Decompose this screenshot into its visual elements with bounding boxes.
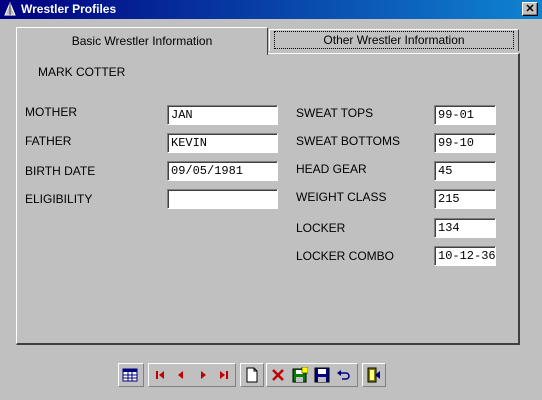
last-record-button[interactable] (214, 364, 236, 386)
sweat-bottoms-field[interactable]: 99-10 (434, 133, 496, 153)
close-icon: ✕ (525, 3, 535, 15)
tab-basic-info-label: Basic Wrestler Information (71, 34, 213, 48)
toolbar-group-view (118, 363, 144, 387)
sweat-bottoms-label: SWEAT BOTTOMS (296, 134, 401, 148)
tab-other-info-label: Other Wrestler Information (274, 31, 514, 49)
grid-icon (122, 368, 138, 382)
first-record-icon (155, 371, 164, 379)
save-icon (314, 367, 330, 383)
save-button[interactable] (311, 364, 333, 386)
app-window: Wrestler Profiles ✕ Basic Wrestler Infor… (0, 0, 542, 400)
wrestler-name: MARK COTTER (38, 65, 126, 79)
father-label: FATHER (25, 134, 72, 148)
father-field[interactable]: KEVIN (167, 133, 278, 153)
save-add-icon (292, 367, 308, 383)
title-bar[interactable]: Wrestler Profiles ✕ (0, 0, 542, 19)
close-button[interactable]: ✕ (522, 2, 538, 16)
grid-view-button[interactable] (119, 364, 141, 386)
weight-class-label: WEIGHT CLASS (296, 190, 387, 204)
mother-label: MOTHER (25, 105, 77, 119)
tab-basic-info[interactable]: Basic Wrestler Information (16, 27, 268, 55)
toolbar-group-exit (362, 363, 386, 387)
eligibility-field[interactable] (167, 189, 278, 209)
weight-class-field[interactable]: 215 (434, 189, 496, 209)
undo-icon (337, 370, 350, 380)
locker-label: LOCKER (296, 221, 346, 235)
delete-button[interactable] (267, 364, 289, 386)
next-record-icon (200, 371, 206, 379)
last-record-icon (220, 371, 229, 379)
previous-record-icon (178, 371, 184, 379)
sweat-tops-label: SWEAT TOPS (296, 106, 374, 120)
eligibility-label: ELIGIBILITY (25, 192, 93, 206)
birth-date-field[interactable]: 09/05/1981 (167, 161, 278, 181)
exit-button[interactable] (363, 364, 385, 386)
toolbar-group-new (240, 363, 264, 387)
delete-icon (272, 369, 284, 381)
locker-field[interactable]: 134 (434, 218, 496, 238)
save-add-button[interactable] (289, 364, 311, 386)
undo-button[interactable] (333, 364, 355, 386)
new-record-button[interactable] (241, 364, 263, 386)
toolbar-group-navigation (148, 363, 236, 387)
app-icon (4, 2, 16, 16)
previous-record-button[interactable] (171, 364, 193, 386)
exit-icon (367, 367, 380, 383)
new-record-icon (246, 367, 258, 383)
mother-field[interactable]: JAN (167, 105, 278, 125)
head-gear-label: HEAD GEAR (296, 162, 367, 176)
sweat-tops-field[interactable]: 99-01 (434, 105, 496, 125)
locker-combo-label: LOCKER COMBO (296, 249, 395, 263)
tab-other-info[interactable]: Other Wrestler Information (269, 29, 519, 51)
toolbar-group-edit (266, 363, 358, 387)
first-record-button[interactable] (149, 364, 171, 386)
window-title: Wrestler Profiles (21, 2, 117, 16)
locker-combo-field[interactable]: 10-12-36 (434, 246, 496, 266)
birth-date-label: BIRTH DATE (25, 164, 96, 178)
head-gear-field[interactable]: 45 (434, 161, 496, 181)
next-record-button[interactable] (192, 364, 214, 386)
